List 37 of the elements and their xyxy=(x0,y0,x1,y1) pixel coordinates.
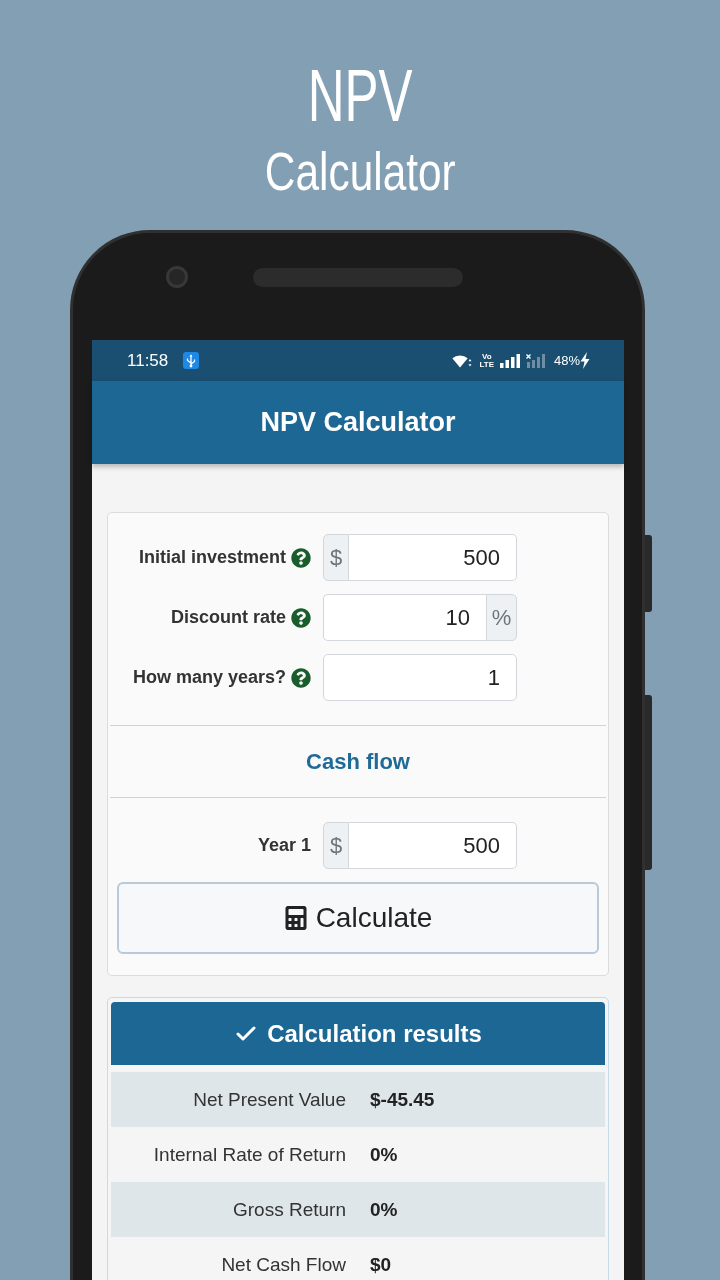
network-type-label: Vo LTE xyxy=(479,352,494,369)
results-title: Calculation results xyxy=(267,1019,482,1048)
battery-level: 48% xyxy=(553,353,580,368)
status-time: 11:58 xyxy=(127,350,169,371)
usb-icon xyxy=(183,352,200,369)
number-field[interactable]: 500 xyxy=(349,822,517,869)
help-icon[interactable] xyxy=(291,547,311,568)
section-title: Cash flow xyxy=(306,748,410,775)
field-label: Discount rate xyxy=(170,607,286,628)
number-field[interactable]: 10 xyxy=(323,594,486,641)
help-icon[interactable] xyxy=(291,667,311,688)
number-field[interactable]: 1 xyxy=(323,654,517,701)
input-addon: % xyxy=(486,594,517,641)
result-value: $-45.45 xyxy=(370,1088,436,1111)
field-label: How many years? xyxy=(132,667,286,688)
field-label: Initial investment xyxy=(138,547,286,568)
promo-title: NPV xyxy=(307,58,413,133)
result-label: Gross Return xyxy=(232,1198,346,1221)
app-title: NPV Calculator xyxy=(260,407,456,438)
help-icon[interactable] xyxy=(291,607,311,628)
result-label: Net Present Value xyxy=(192,1088,346,1111)
calculate-button[interactable]: Calculate xyxy=(117,882,599,954)
promo-subtitle: Calculator xyxy=(264,145,456,198)
wifi-icon xyxy=(452,353,474,368)
result-value: 0% xyxy=(370,1143,399,1166)
calculator-icon xyxy=(283,906,308,930)
result-label: Internal Rate of Return xyxy=(152,1143,346,1166)
number-field[interactable]: 500 xyxy=(349,534,517,581)
no-signal-icon xyxy=(525,353,546,368)
result-value: 0% xyxy=(370,1198,399,1221)
input-addon: $ xyxy=(323,822,349,869)
input-addon: $ xyxy=(323,534,349,581)
signal-icon xyxy=(499,353,520,368)
field-label: Year 1 xyxy=(257,835,311,856)
result-value: $0 xyxy=(370,1253,393,1276)
front-camera xyxy=(166,266,188,288)
result-label: Net Cash Flow xyxy=(220,1253,346,1276)
